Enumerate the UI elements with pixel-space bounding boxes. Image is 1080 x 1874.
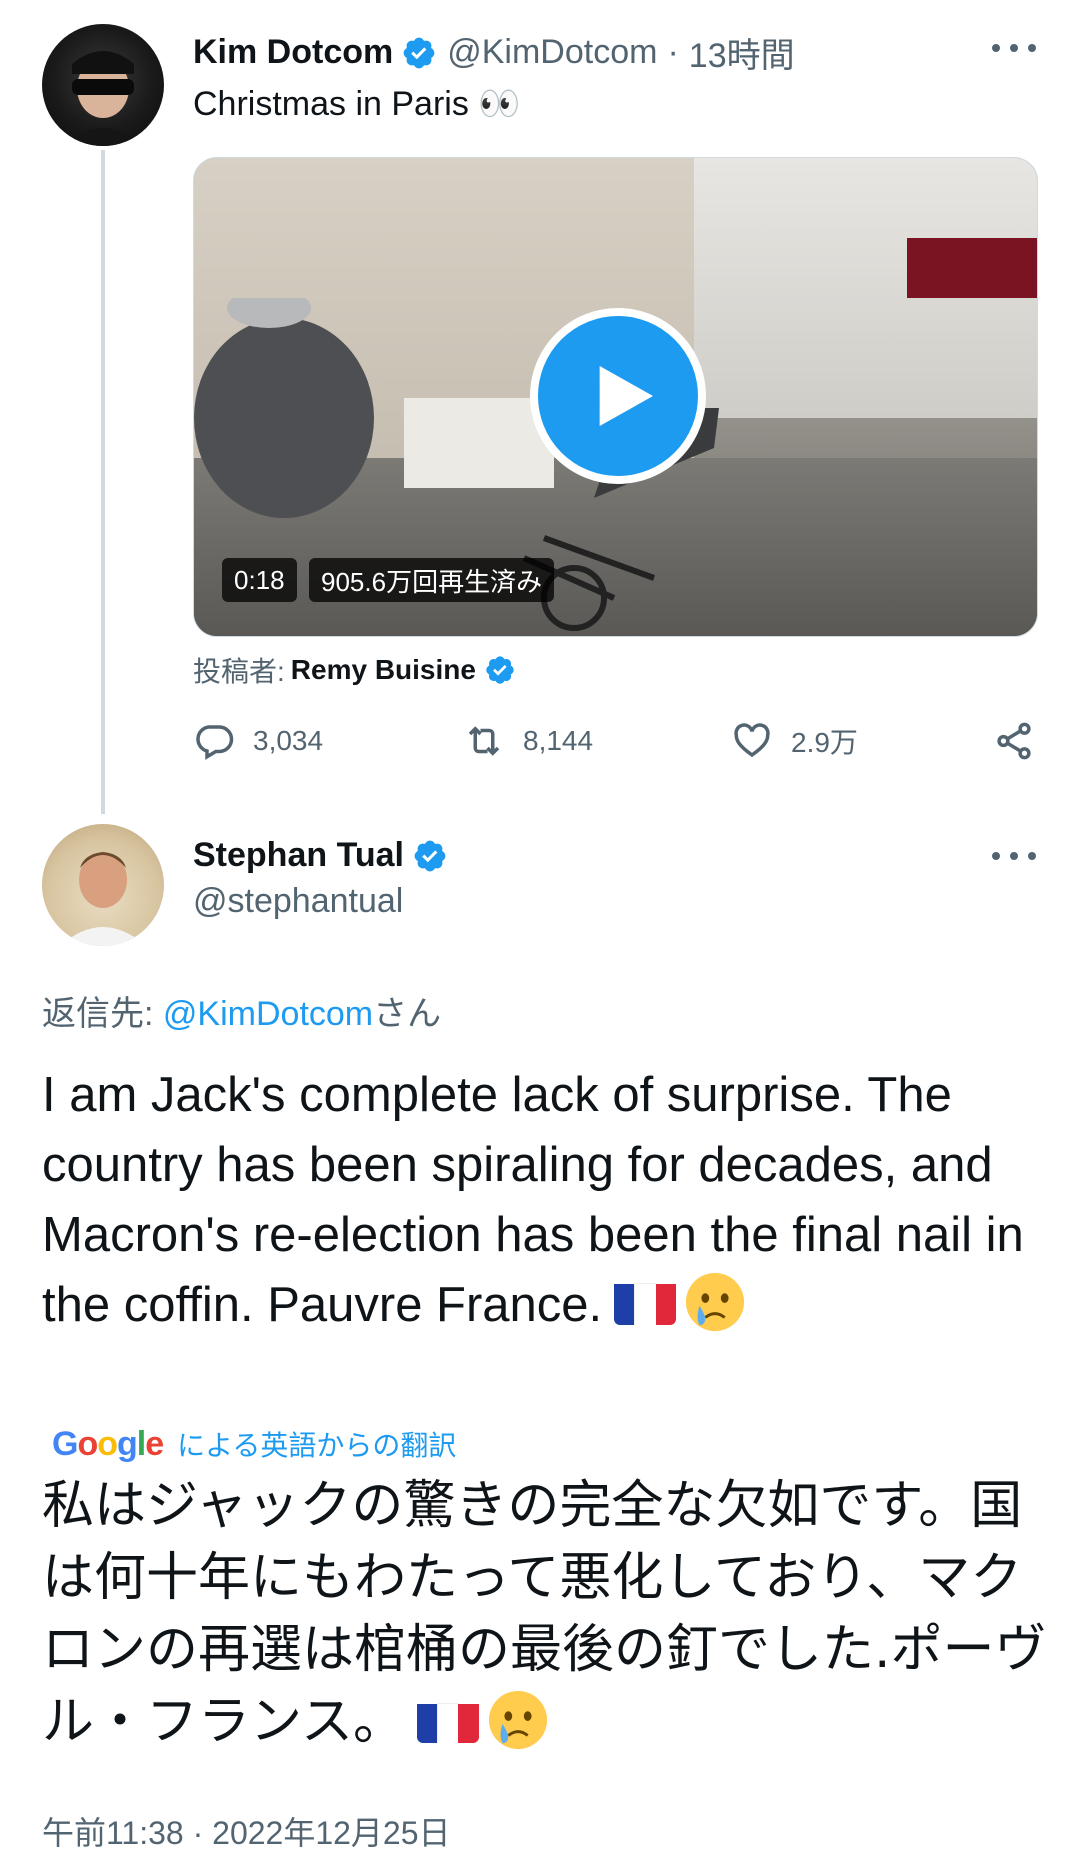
- retweet-count: 8,144: [523, 725, 594, 756]
- reply-to: 返信先: @KimDotcomさん: [42, 986, 441, 1035]
- display-name[interactable]: Stephan Tual: [193, 836, 404, 875]
- reply-to-label: 返信先:: [42, 995, 163, 1033]
- tweet-timestamp[interactable]: 午前11:38 · 2022年12月25日: [42, 1808, 451, 1854]
- flag-france-icon: [416, 1697, 479, 1743]
- handle[interactable]: @KimDotcom: [447, 33, 657, 72]
- tweet-actions: 3,034 8,144 2.9万: [193, 720, 1038, 770]
- thread-connector-line: [101, 150, 105, 814]
- translation-label[interactable]: による英語からの翻訳: [177, 1424, 456, 1464]
- google-logo: Google: [52, 1424, 164, 1463]
- like-button[interactable]: 2.9万: [731, 720, 858, 762]
- more-options-icon[interactable]: [992, 38, 1036, 58]
- video-player[interactable]: 0:18 905.6万回再生済み: [193, 157, 1038, 637]
- share-button[interactable]: [993, 720, 1053, 762]
- reply-text: I am Jack's complete lack of surprise. T…: [42, 1060, 1042, 1340]
- avatar-stephan-tual[interactable]: [42, 824, 164, 946]
- retweet-button[interactable]: 8,144: [463, 720, 593, 762]
- heart-icon: [734, 723, 770, 758]
- posted-by: 投稿者: Remy Buisine: [193, 650, 516, 690]
- reply-to-suffix: さん: [373, 995, 442, 1033]
- reply-text-content: I am Jack's complete lack of surprise. T…: [42, 1068, 1024, 1332]
- avatar-portrait-icon: [60, 852, 146, 946]
- like-count: 2.9万: [791, 727, 858, 758]
- reply-icon: [196, 725, 234, 760]
- tweet-text: Christmas in Paris 👀: [193, 85, 521, 123]
- reply-count: 3,034: [253, 725, 324, 756]
- video-duration: 0:18: [222, 558, 297, 602]
- tweet-header: Kim Dotcom @KimDotcom · 13時間: [193, 28, 795, 77]
- avatar-portrait-icon: [64, 51, 142, 146]
- reply-to-mention[interactable]: @KimDotcom: [163, 995, 373, 1033]
- crying-face-icon: [488, 1690, 548, 1750]
- avatar-kim-dotcom[interactable]: [42, 24, 164, 146]
- retweet-icon: [468, 726, 500, 756]
- separator-dot: ·: [667, 33, 679, 71]
- translated-text: 私はジャックの驚きの完全な欠如です。国は何十年にもわたって悪化しており、マクロン…: [42, 1470, 1052, 1758]
- handle[interactable]: @stephantual: [193, 882, 403, 921]
- share-icon: [997, 722, 1031, 760]
- flag-france-icon: [614, 1279, 677, 1325]
- translation-attribution[interactable]: Google による英語からの翻訳: [52, 1424, 456, 1464]
- reply-header: Stephan Tual: [193, 836, 448, 875]
- posted-by-label: 投稿者:: [193, 656, 285, 687]
- reply-button[interactable]: 3,034: [193, 720, 323, 762]
- crying-face-icon: [686, 1272, 745, 1332]
- more-options-icon[interactable]: [992, 846, 1036, 866]
- verified-badge-icon: [414, 840, 446, 871]
- verified-badge-icon: [403, 37, 435, 68]
- time-ago[interactable]: 13時間: [689, 28, 795, 77]
- display-name[interactable]: Kim Dotcom: [193, 33, 393, 72]
- video-views: 905.6万回再生済み: [309, 558, 555, 602]
- posted-by-name[interactable]: Remy Buisine: [291, 654, 476, 686]
- play-button[interactable]: [530, 308, 706, 484]
- video-frame-awning: [907, 238, 1037, 298]
- play-icon: [599, 366, 653, 426]
- verified-badge-icon: [486, 656, 514, 684]
